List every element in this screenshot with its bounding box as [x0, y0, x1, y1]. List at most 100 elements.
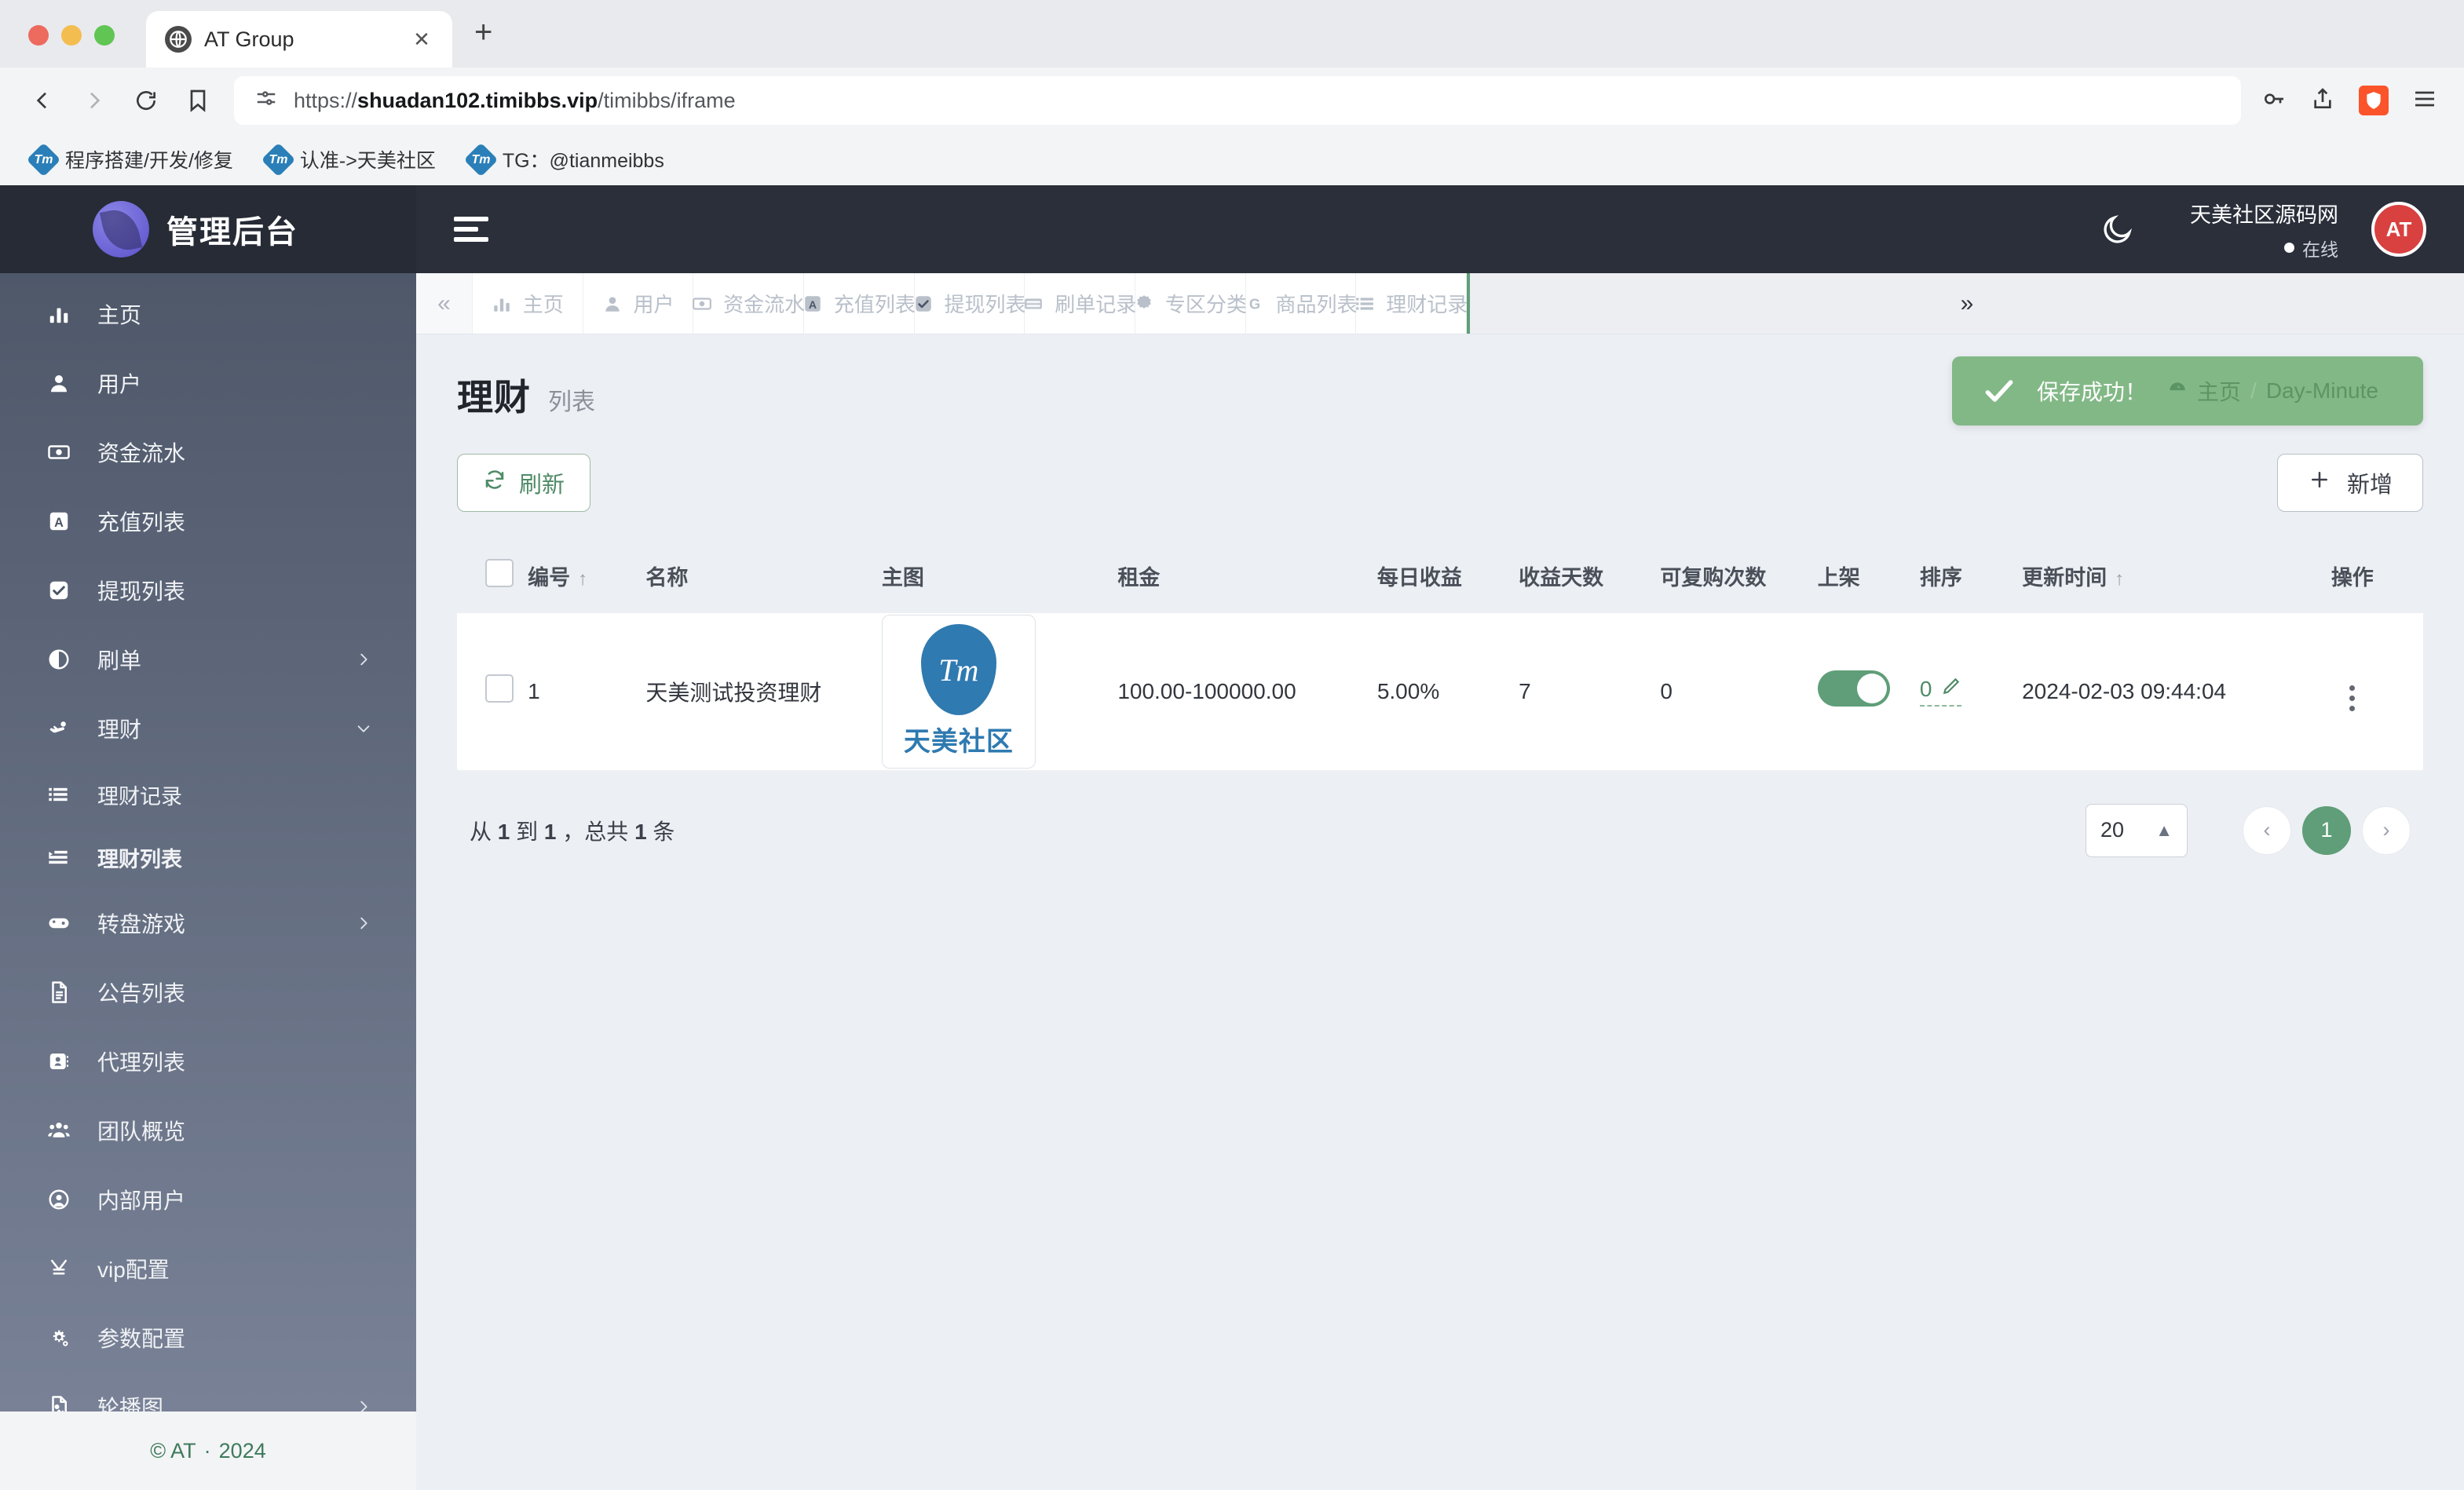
column-header-updated[interactable]: 更新时间 ↑ — [2022, 539, 2282, 613]
page-tab-3[interactable]: A 充值列表 — [804, 273, 916, 334]
page-tab-4[interactable]: 提现列表 — [915, 273, 1026, 334]
new-tab-button[interactable]: + — [474, 15, 492, 68]
password-key-icon[interactable] — [2261, 86, 2287, 115]
share-icon[interactable] — [2310, 86, 2335, 115]
table-row[interactable]: 1 天美测试投资理财 Tm 天美社区 100.00-100000.00 5.00… — [457, 613, 2423, 770]
page-size-select[interactable]: 20 ▲ — [2086, 803, 2188, 857]
sidebar-item-label: 公告列表 — [97, 981, 186, 1006]
column-header-repeat[interactable]: 可复购次数 — [1660, 539, 1817, 613]
close-window-button[interactable] — [28, 25, 49, 46]
order-editable[interactable]: 0 — [1919, 676, 1962, 707]
browser-action-icons — [2261, 86, 2437, 115]
tabs-scroll-right-icon[interactable]: » — [1467, 273, 2464, 334]
sort-asc-icon: ↑ — [2115, 568, 2125, 590]
bookmark-item[interactable]: Tm TG：@tianmeibbs — [458, 142, 675, 177]
url-text: https://shuadan102.timibbs.vip/timibbs/i… — [294, 88, 736, 112]
column-header-daily[interactable]: 每日收益 — [1377, 539, 1519, 613]
forward-icon[interactable] — [79, 85, 110, 116]
tabs-scroll-left-icon[interactable]: « — [416, 273, 473, 334]
row-checkbox[interactable] — [485, 674, 514, 703]
column-header-id[interactable]: 编号 ↑ — [528, 539, 645, 613]
page-tab-label: 主页 — [522, 293, 564, 316]
close-icon[interactable]: ✕ — [410, 27, 433, 52]
page-tab-label: 理财记录 — [1386, 293, 1467, 316]
next-page-button[interactable]: › — [2362, 805, 2411, 855]
maximize-window-button[interactable] — [94, 25, 115, 46]
sidebar-item-2[interactable]: 资金流水 — [0, 418, 416, 487]
bookmark-label: 程序搭建/开发/修复 — [65, 150, 233, 172]
topbar: 天美社区源码网 在线 AT — [416, 185, 2464, 273]
sidebar-item-7[interactable]: 理财记录 — [0, 763, 416, 826]
page-tab-1[interactable]: 用户 — [583, 273, 694, 334]
page-tab-8[interactable]: 理财记录 — [1356, 273, 1467, 334]
sidebar-item-8[interactable]: 理财列表 — [0, 826, 416, 889]
refresh-icon — [483, 468, 506, 498]
page-tab-5[interactable]: 刷单记录 — [1025, 273, 1136, 334]
sidebar-item-12[interactable]: 团队概览 — [0, 1096, 416, 1165]
sidebar-item-9[interactable]: 转盘游戏 — [0, 889, 416, 958]
sidebar-item-5[interactable]: 刷单 — [0, 625, 416, 694]
kebab-icon[interactable] — [2349, 685, 2356, 712]
cell-days: 7 — [1519, 678, 1531, 703]
sidebar-item-0[interactable]: 主页 — [0, 279, 416, 349]
bookmark-item[interactable]: Tm 程序搭建/开发/修复 — [20, 142, 244, 177]
sidebar-item-14[interactable]: vip配置 — [0, 1234, 416, 1303]
select-all-checkbox[interactable] — [485, 559, 514, 587]
column-header-order[interactable]: 排序 — [1920, 539, 2022, 613]
site-settings-icon[interactable] — [254, 86, 278, 115]
breadcrumb-home[interactable]: 主页 — [2197, 375, 2241, 407]
reload-icon[interactable] — [130, 85, 162, 116]
browser-menu-icon[interactable] — [2412, 86, 2437, 115]
sidebar-item-15[interactable]: 参数配置 — [0, 1303, 416, 1372]
page-tab-label: 专区分类 — [1164, 293, 1247, 316]
page-tab-7[interactable]: G 商品列表 — [1246, 273, 1358, 334]
sidebar-item-1[interactable]: 用户 — [0, 349, 416, 418]
page-button-1[interactable]: 1 — [2302, 805, 2351, 855]
page-subtitle: 列表 — [548, 389, 595, 415]
page-tab-2[interactable]: 资金流水 — [693, 273, 805, 334]
column-header-name[interactable]: 名称 — [645, 539, 881, 613]
page-tab-label: 商品列表 — [1275, 293, 1358, 316]
page-tab-6[interactable]: 专区分类 — [1134, 273, 1247, 334]
tm-icon: Tm — [261, 142, 296, 177]
sidebar-item-6[interactable]: 理财 — [0, 694, 416, 763]
back-icon[interactable] — [27, 85, 58, 116]
badge-icon — [1134, 294, 1154, 314]
chevron-right-icon[interactable] — [355, 915, 372, 932]
sidebar-item-11[interactable]: 代理列表 — [0, 1027, 416, 1096]
minimize-window-button[interactable] — [61, 25, 82, 46]
sidebar: 管理后台 主页 用户 资金流水 A 充值列表 提现列表 刷单 理财 理财记录 理财列表 转盘游戏 公告… — [0, 185, 416, 1490]
sidebar-item-10[interactable]: 公告列表 — [0, 958, 416, 1027]
product-thumbnail[interactable]: Tm 天美社区 — [881, 614, 1036, 769]
sidebar-item-13[interactable]: 内部用户 — [0, 1165, 416, 1234]
column-header-rent[interactable]: 租金 — [1117, 539, 1377, 613]
success-toast[interactable]: 保存成功！ 主页 / Day-Minute — [1952, 356, 2423, 425]
avatar[interactable]: AT — [2371, 202, 2426, 257]
refresh-button[interactable]: 刷新 — [457, 454, 591, 512]
hamburger-icon[interactable] — [454, 217, 488, 242]
chevron-right-icon[interactable] — [355, 1398, 372, 1411]
sidebar-item-label: 理财 — [97, 718, 142, 742]
url-bar[interactable]: https://shuadan102.timibbs.vip/timibbs/i… — [234, 76, 2241, 125]
add-button[interactable]: 新增 — [2276, 454, 2423, 512]
sidebar-item-16[interactable]: 轮播图 — [0, 1372, 416, 1411]
column-header-image[interactable]: 主图 — [882, 539, 1117, 613]
table-body: 1 天美测试投资理财 Tm 天美社区 100.00-100000.00 5.00… — [457, 613, 2423, 770]
chevron-right-icon[interactable] — [355, 651, 372, 668]
bookmark-icon[interactable] — [182, 85, 214, 116]
browser-tab[interactable]: AT Group ✕ — [146, 11, 452, 68]
user-icon — [47, 371, 97, 395]
moon-icon[interactable] — [2100, 212, 2135, 247]
prev-page-button[interactable]: ‹ — [2243, 805, 2291, 855]
brave-shield-icon[interactable] — [2359, 86, 2389, 115]
column-header-online[interactable]: 上架 — [1818, 539, 1920, 613]
column-header-days[interactable]: 收益天数 — [1519, 539, 1660, 613]
sidebar-item-4[interactable]: 提现列表 — [0, 556, 416, 625]
chevron-down-icon[interactable] — [355, 720, 372, 737]
pagination: ‹ 1 › — [2243, 805, 2411, 855]
page-tab-0[interactable]: 主页 — [473, 273, 583, 334]
sidebar-item-3[interactable]: A 充值列表 — [0, 487, 416, 556]
bookmark-item[interactable]: Tm 认准->天美社区 — [255, 142, 447, 177]
user-info[interactable]: 天美社区源码网 在线 — [2190, 198, 2338, 261]
online-toggle[interactable] — [1817, 670, 1890, 707]
